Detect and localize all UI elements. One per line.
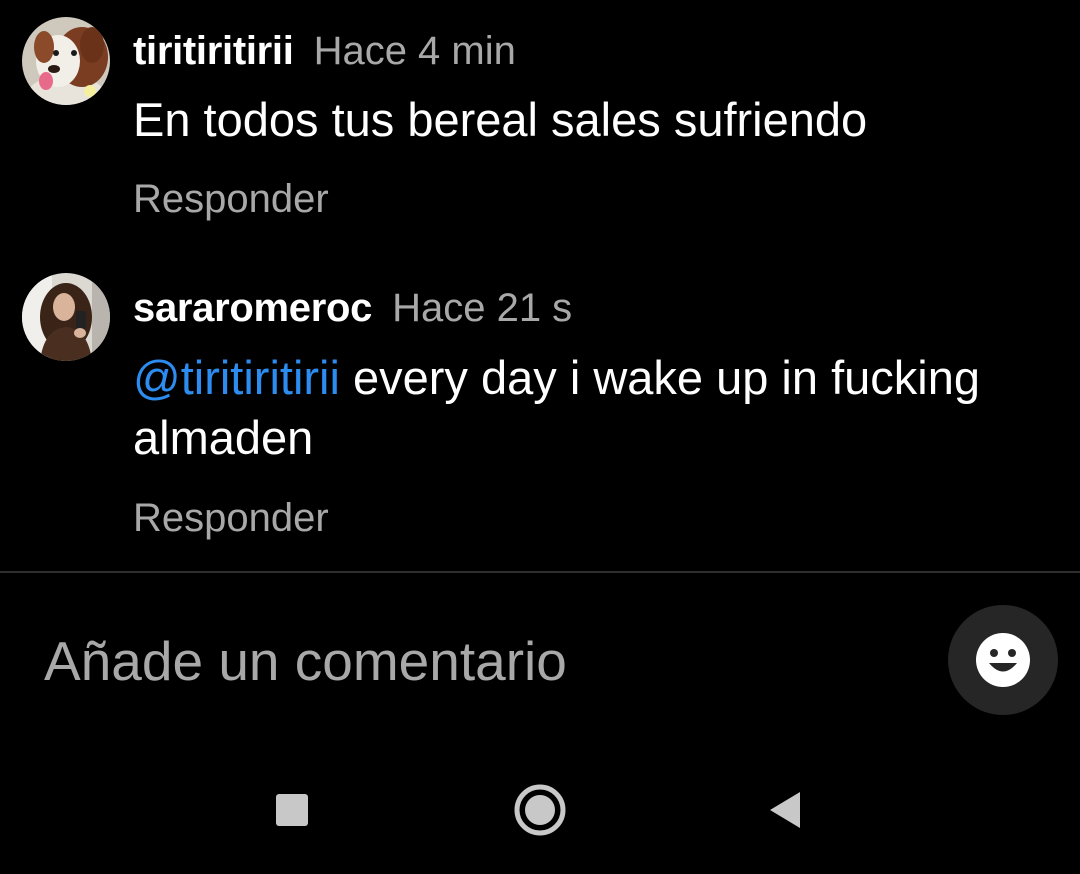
timestamp: Hace 4 min xyxy=(313,29,516,73)
system-navigation-bar xyxy=(0,760,1080,860)
timestamp: Hace 21 s xyxy=(392,286,573,330)
home-button[interactable] xyxy=(510,780,570,840)
comment-header: tiritiritirii Hace 4 min xyxy=(133,27,516,75)
reply-button[interactable]: Responder xyxy=(133,175,329,223)
comment-header: sararomeroc Hace 21 s xyxy=(133,284,572,332)
comment-item: tiritiritirii Hace 4 min En todos tus ber… xyxy=(0,0,1080,250)
comment-input[interactable] xyxy=(44,629,904,693)
username[interactable]: tiritiritirii xyxy=(133,29,294,73)
mention-link[interactable]: @tiritiritirii xyxy=(133,351,340,404)
back-button[interactable] xyxy=(756,780,816,840)
comment-text-content: En todos tus bereal sales sufriendo xyxy=(133,93,868,146)
username[interactable]: sararomeroc xyxy=(133,286,372,330)
recents-button[interactable] xyxy=(262,780,322,840)
emoji-button[interactable] xyxy=(948,605,1058,715)
dog-avatar[interactable] xyxy=(22,17,110,105)
woman-avatar[interactable] xyxy=(22,273,110,361)
square-recents-icon xyxy=(276,794,308,826)
smiley-icon xyxy=(976,633,1030,687)
triangle-back-icon xyxy=(770,792,800,828)
comment-composer xyxy=(0,574,1080,750)
comment-text: En todos tus bereal sales sufriendo xyxy=(133,90,1013,150)
comment-item: sararomeroc Hace 21 s @tiritiritirii ever… xyxy=(0,258,1080,558)
comment-text: @tiritiritirii every day i wake up in fu… xyxy=(133,348,1013,468)
divider xyxy=(0,571,1080,573)
reply-button[interactable]: Responder xyxy=(133,494,329,542)
circle-home-icon xyxy=(514,784,566,836)
